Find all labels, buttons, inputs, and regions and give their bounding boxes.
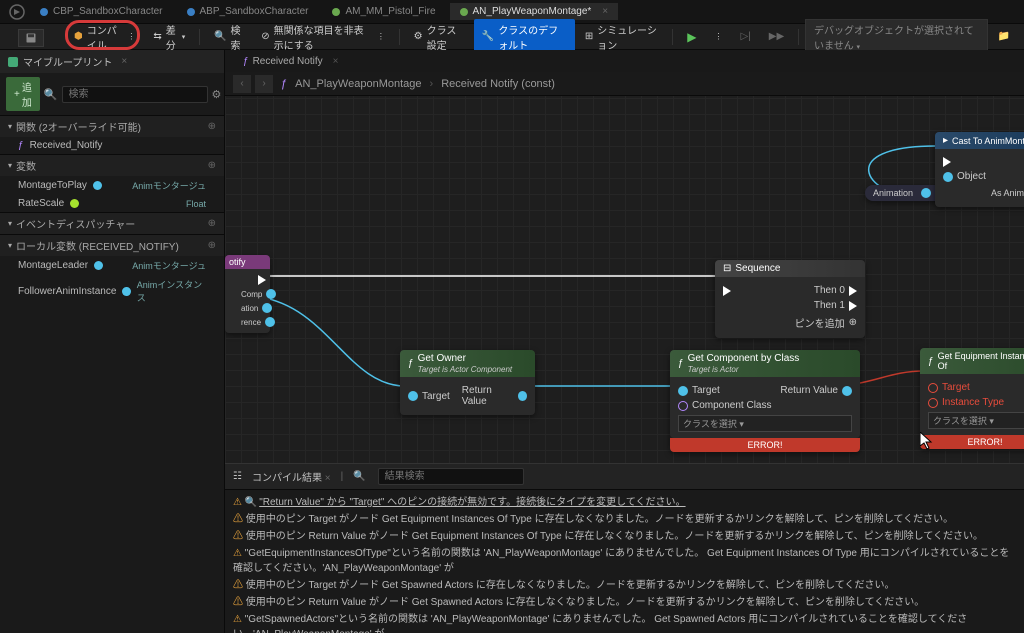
add-pin-button[interactable]: ピンを追加 ⊕ xyxy=(795,315,857,330)
search-icon: 🔍 xyxy=(353,471,365,482)
section-variables[interactable]: ▾変数⊕ xyxy=(0,154,224,176)
log-line: 🔍"Return Value" から "Target" へのピンの接続が無効です… xyxy=(233,494,1016,511)
var-rate[interactable]: RateScaleFloat xyxy=(0,195,224,212)
tab-an[interactable]: AN_PlayWeaponMontage*× xyxy=(450,3,619,20)
graph-tabs: ƒReceived Notify× xyxy=(225,50,1024,72)
search-icon: 🔍 xyxy=(214,31,226,42)
tab-abp[interactable]: ABP_SandboxCharacter xyxy=(177,3,319,20)
log-line: 使用中のピン Return Value がノード Get Spawned Act… xyxy=(233,594,1016,611)
log-line: 使用中のピン Return Value がノード Get Equipment I… xyxy=(233,528,1016,545)
section-add-icon[interactable]: ⊕ xyxy=(208,218,216,229)
section-functions[interactable]: ▾関数 (2オーバーライド可能)⊕ xyxy=(0,115,224,137)
compile-button[interactable]: ⬢ コンパイル⋮ xyxy=(66,19,143,55)
play-button[interactable]: ▶ xyxy=(679,27,704,47)
node-get-component[interactable]: ƒGet Component by ClassTarget is Actor T… xyxy=(670,350,860,452)
add-button[interactable]: + 追加 xyxy=(6,77,40,111)
cast-icon: ▸ xyxy=(943,135,948,146)
node-error-badge: ERROR! xyxy=(920,435,1024,449)
nav-next-button[interactable]: › xyxy=(255,75,273,93)
save-button[interactable] xyxy=(18,29,44,47)
class-select-dropdown[interactable]: クラスを選択 ▾ xyxy=(678,415,852,432)
diff-icon: ⇆ xyxy=(153,31,161,42)
sim-icon: ⊞ xyxy=(585,31,593,42)
function-icon: ƒ xyxy=(678,358,684,369)
graph-canvas[interactable]: ƒReceived Notify× ‹ › ƒ AN_PlayWeaponMon… xyxy=(225,50,1024,633)
section-dispatchers[interactable]: ▾イベントディスパッチャー⊕ xyxy=(0,212,224,234)
skip-button[interactable]: ▷| xyxy=(732,28,758,45)
section-add-icon[interactable]: ⊕ xyxy=(208,240,216,251)
breadcrumb-root[interactable]: AN_PlayWeaponMontage xyxy=(295,78,421,90)
node-received-notify[interactable]: otify Comp ation rence xyxy=(225,255,270,333)
ue-logo-icon xyxy=(8,3,26,21)
play-options-button[interactable]: ⋮ xyxy=(706,29,730,44)
function-icon: ƒ xyxy=(408,358,414,369)
tab-am[interactable]: AM_MM_Pistol_Fire xyxy=(322,3,445,20)
save-icon xyxy=(25,32,37,44)
breadcrumb-leaf[interactable]: Received Notify (const) xyxy=(441,78,555,90)
main-toolbar: ⬢ コンパイル⋮ ⇆差分▾ 🔍検索 ⊘無関係な項目を非表示にする⋮ ⚙クラス設定… xyxy=(0,24,1024,50)
sequence-icon: ⊟ xyxy=(723,263,731,274)
section-local-vars[interactable]: ▾ローカル変数 (RECEIVED_NOTIFY)⊕ xyxy=(0,234,224,256)
blueprint-icon xyxy=(8,57,18,67)
log-line: 使用中のピン Target がノード Get Equipment Instanc… xyxy=(233,511,1016,528)
gear-icon: ⚙ xyxy=(414,31,423,42)
function-icon: ƒ xyxy=(243,56,249,67)
gear-icon[interactable]: ⚙ xyxy=(212,88,222,101)
tab-cbp[interactable]: CBP_SandboxCharacter xyxy=(30,3,173,20)
class-select-dropdown[interactable]: クラスを選択 ▾ xyxy=(928,412,1024,429)
log-line: 使用中のピン Target がノード Get Spawned Actors に存… xyxy=(233,577,1016,594)
results-search-input[interactable] xyxy=(378,468,524,485)
compile-icon: ☷ xyxy=(233,471,242,482)
blueprint-search-input[interactable] xyxy=(62,86,208,103)
folder-button[interactable]: 📁 xyxy=(990,28,1018,45)
log-line: "GetSpawnedActors"という名前の関数は 'AN_PlayWeap… xyxy=(233,611,1016,633)
var-montage[interactable]: MontageToPlayAnimモンタージュ xyxy=(0,176,224,195)
close-icon[interactable]: × xyxy=(121,56,127,67)
nav-prev-button[interactable]: ‹ xyxy=(233,75,251,93)
compile-icon: ⬢ xyxy=(74,31,83,42)
node-get-equipment[interactable]: ƒGet Equipment Instances Of Target Insta… xyxy=(920,348,1024,449)
section-add-icon[interactable]: ⊕ xyxy=(208,160,216,171)
wrench-icon: 🔧 xyxy=(482,31,494,42)
section-add-icon[interactable]: ⊕ xyxy=(208,121,216,132)
search-icon: 🔍 xyxy=(44,88,58,101)
compile-log[interactable]: 🔍"Return Value" から "Target" へのピンの接続が無効です… xyxy=(225,490,1024,633)
function-received-notify[interactable]: ƒReceived_Notify xyxy=(0,137,224,154)
graph-tab-notify[interactable]: ƒReceived Notify× xyxy=(233,53,348,70)
var-leader[interactable]: MontageLeaderAnimモンタージュ xyxy=(0,256,224,275)
compile-results-tab[interactable]: コンパイル結果 × xyxy=(252,469,331,484)
hide-icon: ⊘ xyxy=(261,31,269,42)
my-blueprint-panel: マイブループリント× + 追加 🔍 ⚙ ▾関数 (2オーバーライド可能)⊕ ƒR… xyxy=(0,50,225,633)
function-icon: ƒ xyxy=(281,78,287,90)
node-cast-anim-montage[interactable]: ▸Cast To AnimMontage Object As Animモン xyxy=(935,132,1024,207)
step-button[interactable]: ▶▶ xyxy=(761,28,792,45)
node-error-badge: ERROR! xyxy=(670,438,860,452)
log-line: "GetEquipmentInstancesOfType"という名前の関数は '… xyxy=(233,545,1016,577)
var-follower[interactable]: FollowerAnimInstanceAnimインスタンス xyxy=(0,275,224,307)
function-icon: ƒ xyxy=(928,356,934,367)
diff-button[interactable]: ⇆差分▾ xyxy=(145,19,193,55)
compile-results-panel: ☷ コンパイル結果 × | 🔍 🔍"Return Value" から "Targ… xyxy=(225,463,1024,633)
breadcrumb: ‹ › ƒ AN_PlayWeaponMontage › Received No… xyxy=(225,72,1024,96)
node-sequence[interactable]: ⊟Sequence Then 0 Then 1 ピンを追加 ⊕ xyxy=(715,260,865,338)
node-get-owner[interactable]: ƒGet OwnerTarget is Actor Component Targ… xyxy=(400,350,535,415)
